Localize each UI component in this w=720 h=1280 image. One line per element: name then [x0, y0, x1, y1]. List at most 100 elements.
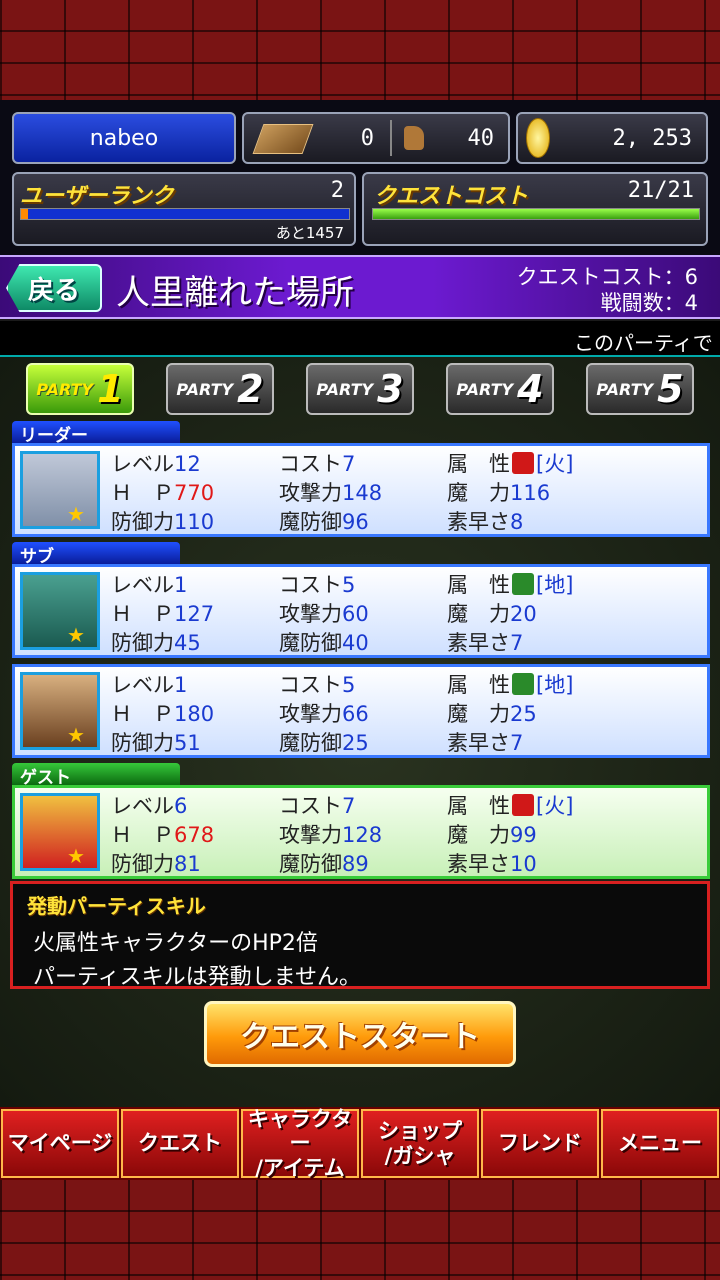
- cost-label: クエストコスト: [374, 184, 529, 209]
- fire-icon: [512, 452, 534, 474]
- stat-hp: Ｈ Ｐ180: [111, 698, 214, 728]
- character-portrait: ★: [20, 572, 100, 650]
- nav-label: フレンド: [498, 1131, 582, 1156]
- nav-button-6[interactable]: メニュー: [601, 1109, 719, 1178]
- stat-value: 45: [174, 631, 201, 655]
- stat-mag: 魔 力20: [447, 598, 537, 628]
- username-box[interactable]: nabeo: [12, 112, 236, 164]
- stat-value: 99: [510, 823, 537, 847]
- stat-attr: 属 性 [火]: [447, 448, 573, 478]
- quest-cost-box: クエストコスト 21/21: [362, 172, 708, 246]
- stat-label: 防御力: [111, 631, 174, 655]
- nav-button-3[interactable]: キャラクター/アイテム: [241, 1107, 359, 1180]
- stat-attr: 属 性 [地]: [447, 569, 573, 599]
- stat-label: 魔防御: [279, 731, 342, 755]
- gold-count: 2, 253: [612, 126, 692, 151]
- stat-spd: 素早さ7: [447, 727, 523, 757]
- stat-cost: コスト5: [279, 669, 355, 699]
- member-card[interactable]: ★ レベル1 Ｈ Ｐ127 防御力45 コスト5 攻撃力60 魔防御40 属 性 [地] 魔 力2…: [12, 564, 710, 658]
- stat-mag: 魔 力25: [447, 698, 537, 728]
- stat-label: 攻撃力: [279, 702, 342, 726]
- stat-label: コスト: [279, 452, 342, 476]
- material-icon: [252, 124, 314, 154]
- party-tab-1[interactable]: PARTY 1: [26, 363, 134, 415]
- coin-icon: [526, 118, 550, 158]
- stat-value: 116: [510, 481, 551, 505]
- nav-button-4[interactable]: ショップ/ガシャ: [361, 1109, 479, 1178]
- stat-spd: 素早さ7: [447, 627, 523, 657]
- cost-value: 21/21: [627, 178, 694, 203]
- party-tab-word: PARTY: [316, 379, 374, 399]
- item-count: 40: [467, 126, 495, 151]
- gold-box: 2, 253: [516, 112, 708, 164]
- party-tab-word: PARTY: [176, 379, 234, 399]
- party-tab-4[interactable]: PARTY 4: [446, 363, 554, 415]
- stat-value: 8: [510, 510, 524, 534]
- nav-button-1[interactable]: マイページ: [1, 1109, 119, 1178]
- character-portrait: ★: [20, 672, 100, 750]
- item-icon: [404, 126, 424, 150]
- stat-label: 魔 力: [447, 602, 510, 626]
- member-card[interactable]: ★ レベル12 Ｈ Ｐ770 防御力110 コスト7 攻撃力148 魔防御96 属 性 [火] 魔…: [12, 443, 710, 537]
- nav-label-2: /アイテム: [255, 1155, 345, 1180]
- stat-label: 攻撃力: [279, 823, 342, 847]
- member-card[interactable]: ★ レベル6 Ｈ Ｐ678 防御力81 コスト7 攻撃力128 魔防御89 属 性 [火] 魔 力…: [12, 785, 710, 879]
- stat-label: レベル: [111, 673, 174, 697]
- section-sub: サブ: [12, 542, 180, 567]
- status-hud: nabeo 0 40 2, 253 ユーザーランク 2 あと1457 クエストコ…: [0, 100, 720, 255]
- username: nabeo: [89, 125, 159, 151]
- stat-value: 148: [342, 481, 383, 505]
- stat-value: 89: [342, 852, 369, 876]
- character-portrait: ★: [20, 793, 100, 871]
- stat-level: レベル1: [111, 569, 187, 599]
- stat-mag: 魔 力99: [447, 819, 537, 849]
- stat-label: Ｈ Ｐ: [111, 823, 174, 847]
- stat-value: [地]: [536, 673, 574, 697]
- stat-value: 66: [342, 702, 369, 726]
- brick-wall-bottom: [0, 1180, 720, 1280]
- stat-label: 属 性: [447, 573, 510, 597]
- stat-value: [火]: [536, 794, 574, 818]
- quest-start-label: クエストスタート: [240, 1020, 480, 1055]
- party-tab-2[interactable]: PARTY 2: [166, 363, 274, 415]
- party-tab-5[interactable]: PARTY 5: [586, 363, 694, 415]
- stat-value: [火]: [536, 452, 574, 476]
- stat-value: [地]: [536, 573, 574, 597]
- nav-button-5[interactable]: フレンド: [481, 1109, 599, 1178]
- party-tab-number: 3: [377, 367, 404, 411]
- stat-mdef: 魔防御89: [279, 848, 369, 878]
- stat-value: 25: [510, 702, 537, 726]
- stat-attr: 属 性 [火]: [447, 790, 573, 820]
- nav-button-2[interactable]: クエスト: [121, 1109, 239, 1178]
- stat-value: 96: [342, 510, 369, 534]
- stat-label: Ｈ Ｐ: [111, 481, 174, 505]
- quest-start-button[interactable]: クエストスタート: [204, 1001, 516, 1067]
- stat-def: 防御力81: [111, 848, 201, 878]
- stat-label: 攻撃力: [279, 481, 342, 505]
- cost-progress-fill: [373, 209, 699, 219]
- quest-name: 人里離れた場所: [116, 273, 354, 313]
- stat-label: 魔防御: [279, 631, 342, 655]
- party-tab-3[interactable]: PARTY 3: [306, 363, 414, 415]
- stat-mdef: 魔防御25: [279, 727, 369, 757]
- ticker-text: このパーティで: [574, 331, 713, 355]
- section-guest: ゲスト: [12, 763, 180, 788]
- stat-value: 12: [174, 452, 201, 476]
- nav-label: メニュー: [618, 1131, 702, 1156]
- back-label: 戻る: [27, 275, 80, 306]
- stat-atk: 攻撃力60: [279, 598, 369, 628]
- stat-def: 防御力110: [111, 506, 214, 536]
- back-button[interactable]: 戻る: [6, 264, 102, 312]
- stat-label: Ｈ Ｐ: [111, 702, 174, 726]
- message-ticker: このパーティで: [0, 321, 720, 357]
- stat-value: 5: [342, 573, 356, 597]
- stat-label: 素早さ: [447, 631, 510, 655]
- stat-value: 40: [342, 631, 369, 655]
- rank-progress-fill: [21, 209, 28, 219]
- stat-mag: 魔 力116: [447, 477, 550, 507]
- stat-value: 7: [342, 452, 356, 476]
- stat-label: レベル: [111, 794, 174, 818]
- member-card[interactable]: ★ レベル1 Ｈ Ｐ180 防御力51 コスト5 攻撃力66 魔防御25 属 性 [地] 魔 力2…: [12, 664, 710, 758]
- divider: [390, 120, 392, 156]
- rank-label: ユーザーランク: [20, 184, 174, 209]
